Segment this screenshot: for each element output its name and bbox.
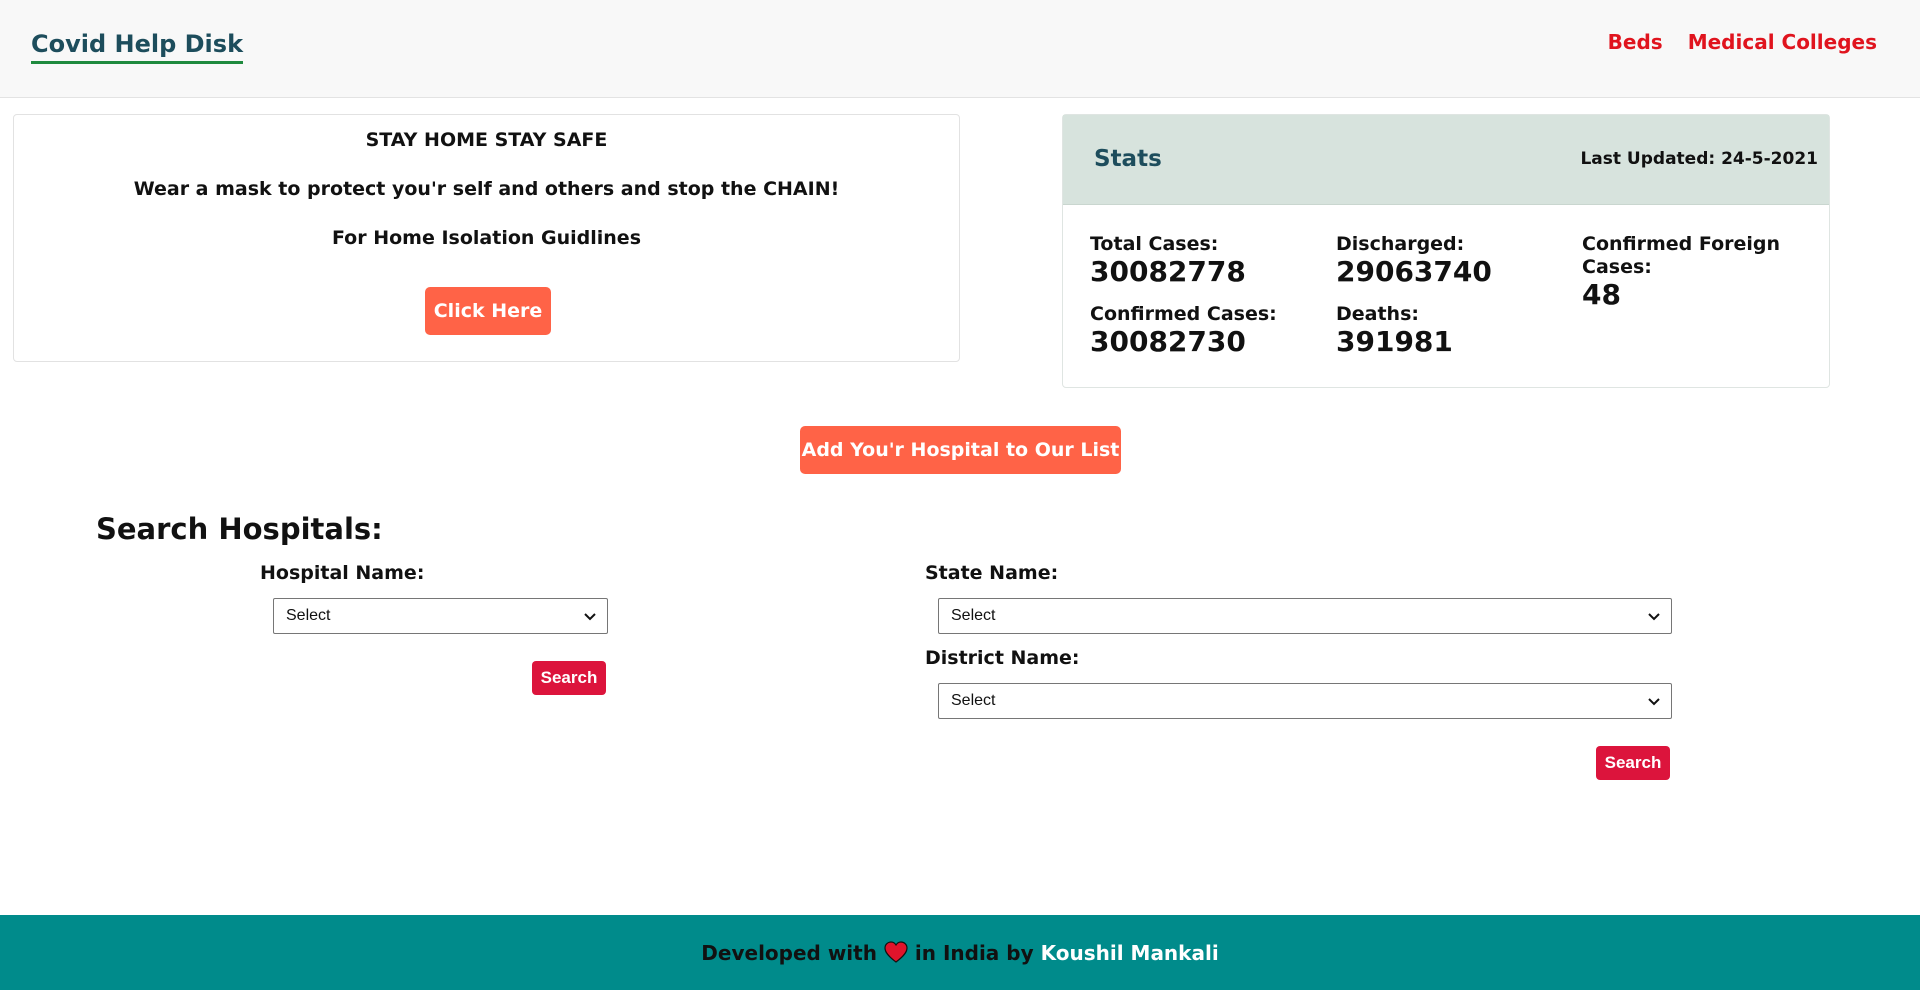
navbar: Covid Help Disk Beds Medical Colleges <box>0 0 1920 98</box>
brand-logo-link[interactable]: Covid Help Disk <box>31 30 244 64</box>
stat-label: Total Cases: <box>1090 233 1219 255</box>
nav-links: Beds Medical Colleges <box>1608 30 1877 54</box>
hospital-name-label: Hospital Name: <box>260 562 425 584</box>
chevron-down-icon <box>1648 698 1660 706</box>
state-name-selected: Select <box>951 607 996 624</box>
stay-home-heading: STAY HOME STAY SAFE <box>365 129 608 151</box>
stat-total-cases: Total Cases: 30082778 <box>1090 233 1246 288</box>
stat-label: Discharged: <box>1336 233 1465 255</box>
search-hospitals-title: Search Hospitals: <box>96 512 383 546</box>
nav-link-beds[interactable]: Beds <box>1608 30 1663 54</box>
hospital-search-button[interactable]: Search <box>532 661 606 695</box>
mask-message: Wear a mask to protect you'r self and ot… <box>133 178 840 200</box>
nav-link-medical-colleges[interactable]: Medical Colleges <box>1688 30 1877 54</box>
home-isolation-text: For Home Isolation Guidlines <box>331 227 642 249</box>
hospital-name-select[interactable]: Select <box>273 598 608 634</box>
author-link[interactable]: Koushil Mankali <box>1041 941 1219 965</box>
footer-middle: in India by <box>914 941 1034 965</box>
location-search-button[interactable]: Search <box>1596 746 1670 780</box>
hospital-name-selected: Select <box>286 607 331 624</box>
footer: Developed with in India by Koushil Manka… <box>0 915 1920 990</box>
stats-card: Stats Last Updated: 24-5-2021 Total Case… <box>1062 114 1830 388</box>
last-updated: Last Updated: 24-5-2021 <box>1580 149 1818 169</box>
stats-header: Stats Last Updated: 24-5-2021 <box>1063 115 1829 205</box>
district-name-select[interactable]: Select <box>938 683 1672 719</box>
stat-discharged: Discharged: 29063740 <box>1336 233 1492 288</box>
stat-label: Confirmed Foreign Cases: <box>1582 233 1781 278</box>
stat-value: 391981 <box>1336 325 1453 358</box>
stat-deaths: Deaths: 391981 <box>1336 303 1453 358</box>
footer-prefix: Developed with <box>701 941 877 965</box>
stat-label: Deaths: <box>1336 303 1419 325</box>
district-name-label: District Name: <box>925 647 1080 669</box>
footer-text: Developed with in India by Koushil Manka… <box>0 941 1920 965</box>
heart-icon <box>884 941 908 963</box>
stat-label: Confirmed Cases: <box>1090 303 1277 325</box>
info-card: STAY HOME STAY SAFE Wear a mask to prote… <box>13 114 960 362</box>
stat-confirmed-foreign-cases: Confirmed Foreign Cases: 48 <box>1582 233 1782 311</box>
stat-value: 48 <box>1582 278 1621 311</box>
stat-value: 30082778 <box>1090 255 1246 288</box>
stat-confirmed-cases: Confirmed Cases: 30082730 <box>1090 303 1277 358</box>
chevron-down-icon <box>1648 613 1660 621</box>
stat-value: 30082730 <box>1090 325 1246 358</box>
state-name-label: State Name: <box>925 562 1059 584</box>
add-hospital-button[interactable]: Add You'r Hospital to Our List <box>800 426 1121 474</box>
stats-title: Stats <box>1094 146 1162 172</box>
stat-value: 29063740 <box>1336 255 1492 288</box>
chevron-down-icon <box>584 613 596 621</box>
state-name-select[interactable]: Select <box>938 598 1672 634</box>
district-name-selected: Select <box>951 692 996 709</box>
click-here-button[interactable]: Click Here <box>425 287 551 335</box>
